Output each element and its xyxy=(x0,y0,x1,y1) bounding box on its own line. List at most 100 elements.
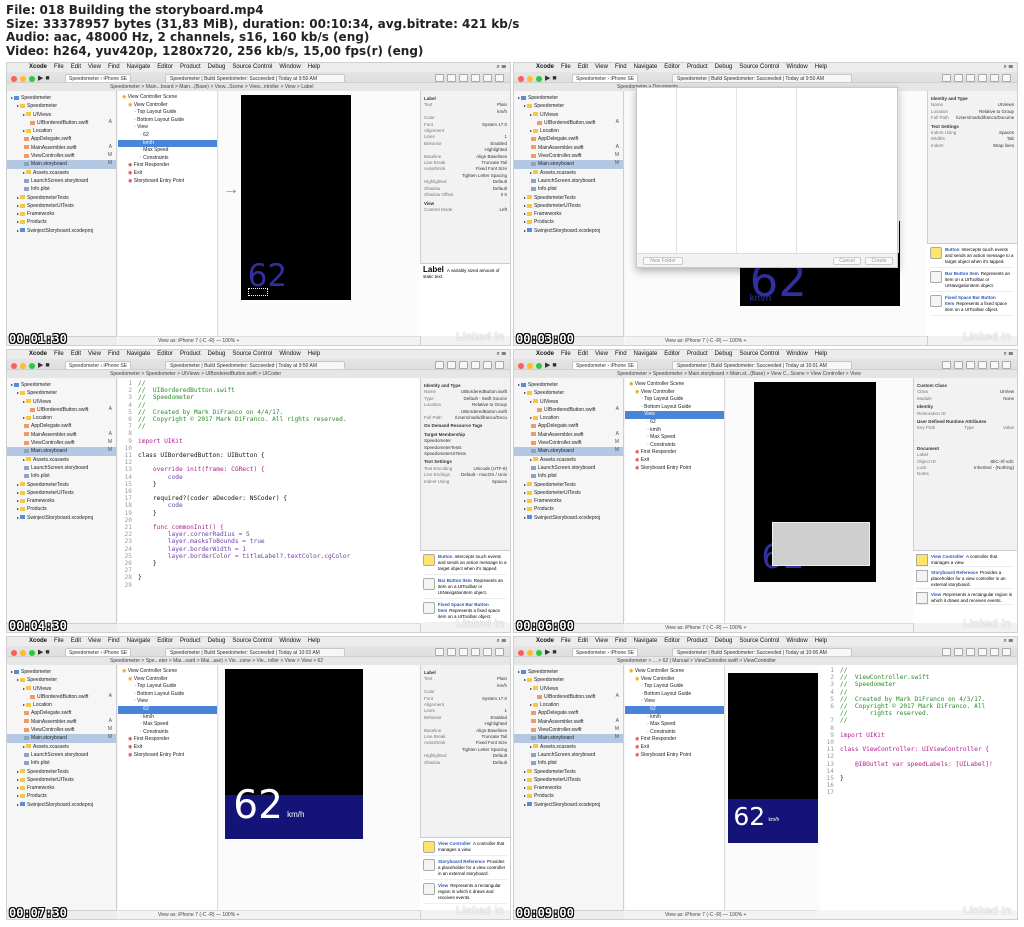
editor-standard-icon[interactable] xyxy=(942,74,951,82)
navigator-item[interactable]: ▸ UIViews xyxy=(7,685,116,693)
editor-version-icon[interactable] xyxy=(459,74,468,82)
disclosure-icon[interactable]: ▸ xyxy=(524,482,526,487)
outline-item[interactable]: ◉ View Controller xyxy=(625,676,724,684)
navigator-toggle-icon[interactable] xyxy=(978,648,987,656)
disclosure-icon[interactable]: ▸ xyxy=(17,219,19,224)
navigator-item[interactable]: LaunchScreen.storyboard xyxy=(514,464,623,472)
navigator-toggle-icon[interactable] xyxy=(471,361,480,369)
target-checkbox[interactable]: SpeedometerUITests xyxy=(424,451,507,457)
navigator-item[interactable]: UIBorderedButton.swift A xyxy=(514,406,623,414)
source-editor[interactable]: 1 // 2 // UIBorderedButton.swift 3 // Speedom… xyxy=(118,378,420,623)
run-stop-buttons[interactable]: ▶ ■ xyxy=(38,74,50,82)
disclosure-icon[interactable]: ▸ xyxy=(524,506,526,511)
inspector-field-value[interactable]: Default xyxy=(493,760,507,766)
menu-item-edit[interactable]: Edit xyxy=(71,637,81,646)
menu-item-source-control[interactable]: Source Control xyxy=(739,637,779,646)
disclosure-icon[interactable]: ▸ xyxy=(17,677,19,682)
navigator-item[interactable]: Info.plist xyxy=(7,759,116,767)
navigator-item[interactable]: ▸ Products xyxy=(7,792,116,800)
editor-standard-icon[interactable] xyxy=(435,648,444,656)
outline-item[interactable]: ◉ View Controller xyxy=(118,102,217,110)
navigator-item[interactable]: ▸ SpeedometerUITests xyxy=(514,202,623,210)
placeholder-view[interactable] xyxy=(772,522,870,566)
menu-item-editor[interactable]: Editor xyxy=(664,637,680,646)
run-stop-buttons[interactable]: ▶ ■ xyxy=(545,648,557,656)
disclosure-icon[interactable]: ▸ xyxy=(524,498,526,503)
navigator-item[interactable]: ▸ SpeedometerUITests xyxy=(7,489,116,497)
outline-item[interactable]: ▫ 62 xyxy=(625,419,724,427)
library-item[interactable]: Button Intercepts touch events and sends … xyxy=(930,247,1014,268)
disclosure-icon[interactable]: ▸ xyxy=(23,415,25,420)
outline-item[interactable]: ◉ Exit xyxy=(118,170,217,178)
navigator-item[interactable]: ▸ Assets.xcassets xyxy=(514,169,623,177)
disclosure-icon[interactable]: ▸ xyxy=(524,793,526,798)
navigator-item[interactable]: ViewController.swift M xyxy=(7,152,116,160)
disclosure-icon[interactable]: ▸ xyxy=(518,95,520,100)
disclosure-icon[interactable]: ▸ xyxy=(17,228,19,233)
outline-item[interactable]: ▫ km/h xyxy=(625,714,724,722)
inspector-field-value[interactable]: Wrap lines xyxy=(993,143,1014,149)
outline-item[interactable]: ▫ 62 xyxy=(118,705,217,714)
inspector-field-value[interactable]: Inherited - (Nothing) xyxy=(974,465,1014,471)
navigator-item[interactable]: ▸ Frameworks xyxy=(7,210,116,218)
navigator-item[interactable]: AppDelegate.swift xyxy=(7,709,116,717)
inspector-field-value[interactable]: km/h xyxy=(497,683,507,689)
menu-item-find[interactable]: Find xyxy=(615,63,627,72)
editor-assistant-icon[interactable] xyxy=(954,361,963,369)
editor-standard-icon[interactable] xyxy=(435,361,444,369)
disclosure-icon[interactable]: ▸ xyxy=(17,103,19,108)
outline-item[interactable]: ▫ Top Layout Guide xyxy=(118,683,217,691)
navigator-item[interactable]: LaunchScreen.storyboard xyxy=(514,751,623,759)
library-item[interactable]: Button Intercepts touch events and sends … xyxy=(423,554,507,575)
menu-item-file[interactable]: File xyxy=(561,637,571,646)
menu-item-debug[interactable]: Debug xyxy=(208,350,226,359)
outline-item[interactable]: ◉ View Controller Scene xyxy=(118,668,217,676)
menu-item-view[interactable]: View xyxy=(595,350,608,359)
create-button[interactable]: Create xyxy=(865,257,893,265)
inspector-toggle-icon[interactable] xyxy=(495,361,504,369)
outline-item[interactable]: ▫ 62 xyxy=(625,705,724,714)
disclosure-icon[interactable]: ▸ xyxy=(518,382,520,387)
navigator-toggle-icon[interactable] xyxy=(471,648,480,656)
disclosure-icon[interactable]: ▸ xyxy=(530,128,532,133)
menu-item-navigate[interactable]: Navigate xyxy=(634,63,658,72)
menu-item-help[interactable]: Help xyxy=(815,350,827,359)
navigator-item[interactable]: ▸ SwinjectStoryboard.xcodeproj xyxy=(7,227,116,235)
disclosure-icon[interactable]: ▸ xyxy=(524,677,526,682)
disclosure-icon[interactable]: ▸ xyxy=(530,686,532,691)
navigator-toggle-icon[interactable] xyxy=(471,74,480,82)
editor-standard-icon[interactable] xyxy=(942,361,951,369)
menu-item-debug[interactable]: Debug xyxy=(208,63,226,72)
disclosure-icon[interactable]: ▸ xyxy=(17,490,19,495)
menu-item-debug[interactable]: Debug xyxy=(715,63,733,72)
navigator-item[interactable]: ▸ SwinjectStoryboard.xcodeproj xyxy=(7,801,116,809)
editor-assistant-icon[interactable] xyxy=(954,648,963,656)
disclosure-icon[interactable]: ▸ xyxy=(17,802,19,807)
debug-toggle-icon[interactable] xyxy=(483,74,492,82)
menu-item-help[interactable]: Help xyxy=(308,350,320,359)
menu-item-help[interactable]: Help xyxy=(308,637,320,646)
navigator-item[interactable]: ▸ Assets.xcassets xyxy=(7,456,116,464)
debug-toggle-icon[interactable] xyxy=(990,74,999,82)
navigator-item[interactable]: ▸ SwinjectStoryboard.xcodeproj xyxy=(7,514,116,522)
editor-version-icon[interactable] xyxy=(966,361,975,369)
menu-item-navigate[interactable]: Navigate xyxy=(127,63,151,72)
outline-item[interactable]: ▫ Max Speed xyxy=(625,434,724,442)
navigator-item[interactable]: UIBorderedButton.swift A xyxy=(514,119,623,127)
outline-item[interactable]: ◉ Exit xyxy=(625,744,724,752)
navigator-item[interactable]: ▸ SpeedometerTests xyxy=(514,481,623,489)
outline-item[interactable]: ▫ km/h xyxy=(625,427,724,435)
outline-item[interactable]: ◉ First Responder xyxy=(118,162,217,170)
editor-assistant-icon[interactable] xyxy=(447,361,456,369)
disclosure-icon[interactable]: ▸ xyxy=(11,95,13,100)
navigator-item[interactable]: ▸ Speedometer xyxy=(514,389,623,397)
navigator-item[interactable]: ViewController.swift M xyxy=(7,439,116,447)
navigator-item[interactable]: Main.storyboard M xyxy=(514,734,623,743)
outline-item[interactable]: ◉ Storyboard Entry Point xyxy=(118,178,217,186)
navigator-item[interactable]: ▸ Location xyxy=(7,127,116,135)
iphone-canvas[interactable]: 62 km/h xyxy=(225,669,363,839)
navigator-item[interactable]: ▸ Speedometer xyxy=(7,668,116,676)
menu-item-edit[interactable]: Edit xyxy=(578,637,588,646)
outline-item[interactable]: ▫ Max Speed xyxy=(118,721,217,729)
navigator-item[interactable]: Main.storyboard M xyxy=(7,447,116,456)
